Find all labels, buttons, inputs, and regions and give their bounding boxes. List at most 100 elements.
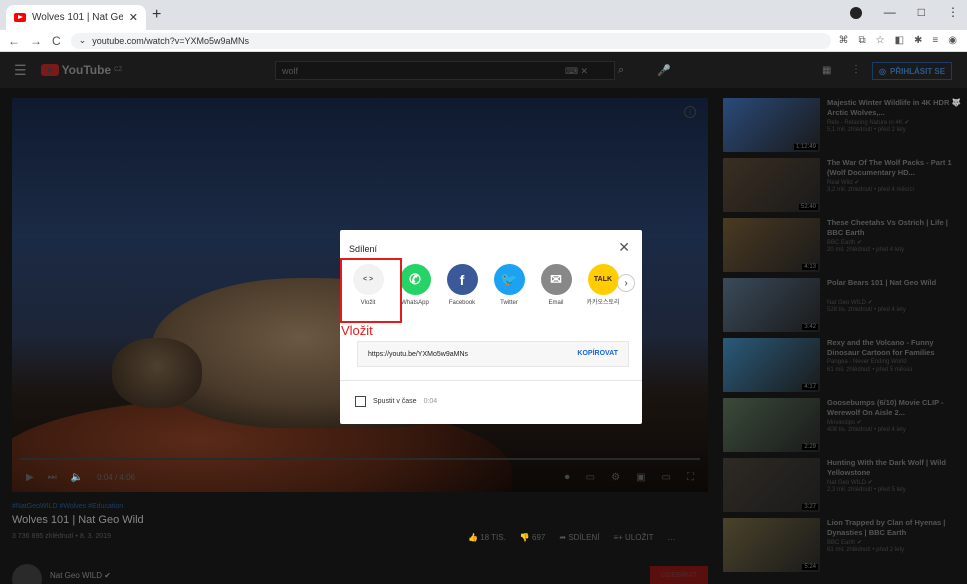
puzzle-icon[interactable]: ✱ <box>914 35 922 46</box>
profile-avatar-icon[interactable]: ◉ <box>948 35 957 46</box>
channel-name[interactable]: Nat Geo WILD ✔ <box>827 479 873 486</box>
copy-button[interactable]: KOPÍROVAT <box>577 350 618 357</box>
menu-button[interactable]: ⋮ <box>947 5 959 19</box>
url-field[interactable]: ⌄ youtube.com/watch?v=YXMo5w9aMNs <box>70 32 831 49</box>
email-icon[interactable]: ✉ <box>540 264 572 295</box>
chevron-right-icon[interactable]: › <box>617 274 635 292</box>
close-icon[interactable]: ✕ <box>618 239 630 256</box>
share-page-icon[interactable]: ⧉ <box>858 35 865 46</box>
minimize-button[interactable]: — <box>884 5 896 19</box>
video-thumbnail[interactable]: 4:17 <box>723 338 820 392</box>
like-button[interactable]: 👍 18 TIS. <box>468 533 506 542</box>
sidebar-video-item[interactable]: 2:29 Goosebumps (6/10) Movie CLIP - Werew… <box>723 398 963 458</box>
share-option-facebook[interactable]: f Facebook <box>442 264 482 307</box>
youtube-logo[interactable]: YouTube CZ <box>40 63 122 77</box>
settings-gear-icon[interactable]: ⚙ <box>611 472 620 483</box>
search-icon[interactable]: ⌕ <box>618 64 624 77</box>
share-option-email[interactable]: ✉ Email <box>536 264 576 307</box>
video-title[interactable]: Rexy and the Volcano - Funny Dinosaur Ca… <box>827 338 961 358</box>
new-tab-button[interactable]: + <box>152 6 161 24</box>
forward-button[interactable]: → <box>30 34 42 48</box>
share-link-url[interactable]: https://youtu.be/YXMo5w9aMNs <box>368 351 468 358</box>
extension-icon[interactable]: ◧ <box>895 35 904 46</box>
more-actions-button[interactable]: … <box>667 533 675 542</box>
sidebar-video-item[interactable]: 4:17 Rexy and the Volcano - Funny Dinosau… <box>723 338 963 398</box>
video-thumbnail[interactable]: 5:24 <box>723 518 820 572</box>
view-count: 3 736 895 zhlédnutí • 8. 3. 2019 <box>12 533 111 540</box>
sidebar-video-item[interactable]: 4:13 These Cheetahs Vs Ostrich | Life | B… <box>723 218 963 278</box>
window-controls: — □ ⋮ <box>849 5 959 19</box>
video-title[interactable]: These Cheetahs Vs Ostrich | Life | BBC E… <box>827 218 961 238</box>
share-option-twitter[interactable]: 🐦 Twitter <box>489 264 529 307</box>
fullscreen-icon[interactable]: ⛶ <box>687 472 694 483</box>
share-button[interactable]: ➦ SDÍLENÍ <box>559 533 599 542</box>
subtitles-icon[interactable]: ▭ <box>586 472 595 483</box>
facebook-icon[interactable]: f <box>446 264 478 295</box>
bookmark-star-icon[interactable]: ☆ <box>876 35 885 46</box>
video-title[interactable]: The War Of The Wolf Packs - Part 1 (Wolf… <box>827 158 961 178</box>
save-button[interactable]: ≡+ ULOŽIT <box>613 533 653 542</box>
reload-button[interactable]: C <box>52 34 61 48</box>
search-value: wolf <box>282 65 299 76</box>
channel-name[interactable]: Real Wild ✔ <box>827 179 859 186</box>
video-thumbnail[interactable]: 3:27 <box>723 458 820 512</box>
microphone-icon[interactable]: 🎤 <box>657 64 671 77</box>
browser-tab[interactable]: Wolves 101 | Nat Geo Wild - You ✕ <box>6 5 146 30</box>
volume-icon[interactable]: 🔈 <box>71 472 83 483</box>
video-title[interactable]: Majestic Winter Wildlife in 4K HDR 🐺 Arc… <box>827 98 961 118</box>
hashtags[interactable]: #NatGeoWILD #Wolves #Education <box>12 503 123 510</box>
subscribe-button[interactable]: ODEBÍRAT <box>650 566 708 584</box>
video-thumbnail[interactable]: 1:12:49 <box>723 98 820 152</box>
video-title[interactable]: Lion Trapped by Clan of Hyenas | Dynasti… <box>827 518 961 538</box>
channel-name[interactable]: Pangea - Never Ending World <box>827 359 907 365</box>
keyboard-clear-icons[interactable]: ⌨ ✕ <box>565 66 588 77</box>
video-thumbnail[interactable]: 2:29 <box>723 398 820 452</box>
channel-name[interactable]: Relx - Relaxing Nature in 4K ✔ <box>827 119 909 126</box>
dislike-button[interactable]: 👎 697 <box>520 533 546 542</box>
video-title: Wolves 101 | Nat Geo Wild <box>12 514 144 526</box>
whatsapp-icon[interactable]: ✆ <box>399 264 431 295</box>
sidebar-video-item[interactable]: 1:12:49 Majestic Winter Wildlife in 4K HD… <box>723 98 963 158</box>
video-title[interactable]: Hunting With the Dark Wolf | Wild Yellow… <box>827 458 961 478</box>
channel-avatar[interactable] <box>12 564 42 584</box>
signin-button[interactable]: ◎ PŘIHLÁSIT SE <box>872 62 953 80</box>
progress-bar[interactable] <box>20 458 700 460</box>
maximize-button[interactable]: □ <box>918 5 925 19</box>
start-at-checkbox[interactable] <box>355 396 366 407</box>
search-input[interactable]: wolf ⌨ ✕ <box>275 61 615 80</box>
sidebar-video-item[interactable]: 52:40 The War Of The Wolf Packs - Part 1 … <box>723 158 963 218</box>
site-info-icon[interactable]: ⌄ <box>79 35 87 46</box>
sidebar-video-item[interactable]: 3:27 Hunting With the Dark Wolf | Wild Ye… <box>723 458 963 518</box>
play-icon[interactable]: ▶ <box>26 472 34 483</box>
back-button[interactable]: ← <box>8 34 20 48</box>
hamburger-menu-icon[interactable]: ☰ <box>14 62 27 79</box>
tab-close-button[interactable]: ✕ <box>129 11 138 24</box>
miniplayer-icon[interactable]: ▣ <box>636 472 645 483</box>
translate-icon[interactable]: ⌘ <box>838 35 848 46</box>
profile-icon[interactable] <box>849 7 862 19</box>
twitter-icon[interactable]: 🐦 <box>493 264 525 295</box>
channel-name[interactable]: BBC Earth ✔ <box>827 539 862 546</box>
video-thumbnail[interactable]: 4:13 <box>723 218 820 272</box>
theater-mode-icon[interactable]: ▭ <box>662 472 671 483</box>
channel-name[interactable]: Movieclips ✔ <box>827 419 862 426</box>
next-icon[interactable]: ⏭ <box>48 472 57 483</box>
sidebar-video-item[interactable]: 3:42 Polar Bears 101 | Nat Geo Wild Nat Ge… <box>723 278 963 338</box>
channel-name[interactable]: Nat Geo WILD ✔ <box>827 299 873 306</box>
video-title[interactable]: Goosebumps (6/10) Movie CLIP - Werewolf … <box>827 398 961 418</box>
autoplay-toggle-icon[interactable]: ⏺ <box>565 472 570 483</box>
more-vertical-icon[interactable]: ⋮ <box>851 64 861 75</box>
reading-list-icon[interactable]: ≡ <box>932 35 938 46</box>
video-thumbnail[interactable]: 3:42 <box>723 278 820 332</box>
apps-grid-icon[interactable]: ▦ <box>822 65 831 76</box>
video-thumbnail[interactable]: 52:40 <box>723 158 820 212</box>
share-option-label: WhatsApp <box>401 300 429 306</box>
player-controls: ▶ ⏭ 🔈 0:04 / 4:06 ⏺ ▭ ⚙ ▣ ▭ ⛶ <box>12 462 708 492</box>
channel-name[interactable]: Nat Geo WILD ✔ <box>50 571 111 580</box>
video-title[interactable]: Polar Bears 101 | Nat Geo Wild <box>827 278 961 288</box>
sidebar-video-item[interactable]: 5:24 Lion Trapped by Clan of Hyenas | Dyn… <box>723 518 963 578</box>
channel-name[interactable]: BBC Earth ✔ <box>827 239 862 246</box>
start-at-time[interactable]: 0:04 <box>424 398 438 405</box>
kakaostory-icon[interactable]: TALK <box>587 264 619 295</box>
info-icon[interactable]: i <box>684 106 696 118</box>
